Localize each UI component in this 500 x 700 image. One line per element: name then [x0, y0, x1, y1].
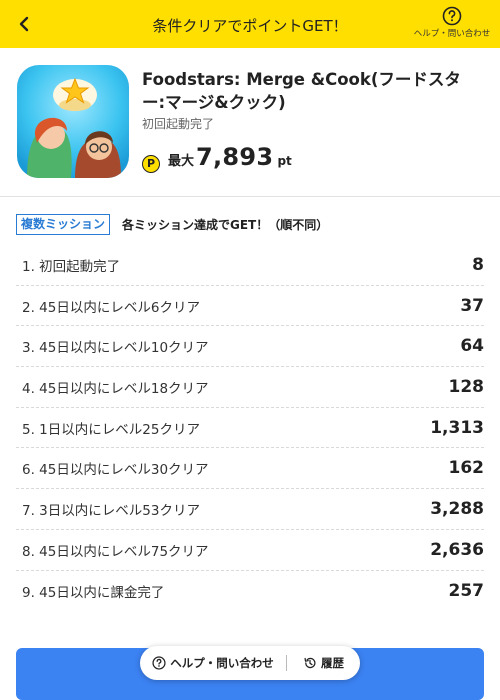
- mission-row: 3. 45日以内にレベル10クリア 64: [16, 326, 484, 368]
- mission-label: 7. 3日以内にレベル53クリア: [22, 502, 200, 519]
- question-circle-icon: [152, 656, 166, 670]
- mission-label: 8. 45日以内にレベル75クリア: [22, 543, 209, 560]
- mission-points: 3,288: [430, 498, 484, 519]
- mission-row: 4. 45日以内にレベル18クリア 128: [16, 367, 484, 408]
- app-subtitle: 初回起動完了: [142, 117, 215, 131]
- history-label: 履歴: [321, 656, 344, 670]
- mission-label: 6. 45日以内にレベル30クリア: [22, 462, 209, 479]
- mission-points: 37: [460, 295, 484, 316]
- question-circle-icon: [442, 6, 462, 26]
- mission-row: 1. 初回起動完了 8: [16, 245, 484, 286]
- app-name: Foodstars: Merge &Cook(フードスター:マージ&クック): [142, 70, 461, 112]
- mission-row: 8. 45日以内にレベル75クリア 2,636: [16, 530, 484, 571]
- mission-points: 257: [448, 580, 485, 601]
- mission-label: 2. 45日以内にレベル6クリア: [22, 299, 200, 316]
- points-value: 7,893: [196, 143, 274, 171]
- mission-list: 1. 初回起動完了 8 2. 45日以内にレベル6クリア 37 3. 45日以内…: [16, 245, 484, 611]
- history-button[interactable]: 履歴: [287, 655, 360, 671]
- point-badge-icon: P: [142, 154, 160, 173]
- floating-help-button[interactable]: ヘルプ・問い合わせ: [140, 655, 286, 671]
- mission-label: 3. 45日以内にレベル10クリア: [22, 340, 209, 357]
- mission-points: 1,313: [430, 417, 484, 438]
- history-icon: [304, 657, 316, 669]
- points-unit: pt: [277, 154, 292, 168]
- mission-row: 6. 45日以内にレベル30クリア 162: [16, 448, 485, 490]
- mission-row: 5. 1日以内にレベル25クリア 1,313: [16, 408, 484, 449]
- points-prefix: 最大: [168, 154, 195, 169]
- help-contact-button[interactable]: ヘルプ・問い合わせ: [412, 6, 492, 39]
- mission-row: 9. 45日以内に課金完了 257: [16, 571, 484, 612]
- mission-points: 64: [460, 336, 484, 357]
- mission-row: 7. 3日以内にレベル53クリア 3,288: [16, 489, 484, 530]
- mission-label: 9. 45日以内に課金完了: [22, 584, 165, 601]
- mission-row: 2. 45日以内にレベル6クリア 37: [16, 286, 484, 327]
- mission-points: 162: [448, 458, 485, 479]
- mission-label: 1. 初回起動完了: [22, 258, 121, 275]
- mission-points: 128: [448, 376, 485, 397]
- top-header: 条件クリアでポイントGET！ ヘルプ・問い合わせ: [0, 0, 500, 48]
- mission-points: 2,636: [430, 539, 484, 560]
- floating-action-bar: ヘルプ・問い合わせ 履歴: [140, 646, 360, 680]
- mission-label: 4. 45日以内にレベル18クリア: [22, 380, 209, 397]
- mission-points: 8: [472, 254, 484, 275]
- floating-help-label: ヘルプ・問い合わせ: [170, 656, 274, 670]
- mission-label: 5. 1日以内にレベル25クリア: [22, 421, 200, 438]
- mission-description: 各ミッション達成でGET！（順不同）: [122, 218, 329, 232]
- help-contact-label: ヘルプ・問い合わせ: [413, 29, 491, 39]
- mission-type-tag: 複数ミッション: [16, 214, 111, 235]
- max-points: P 最大 7,893 pt: [142, 143, 292, 173]
- section-divider: [0, 196, 500, 197]
- app-icon: [17, 65, 129, 178]
